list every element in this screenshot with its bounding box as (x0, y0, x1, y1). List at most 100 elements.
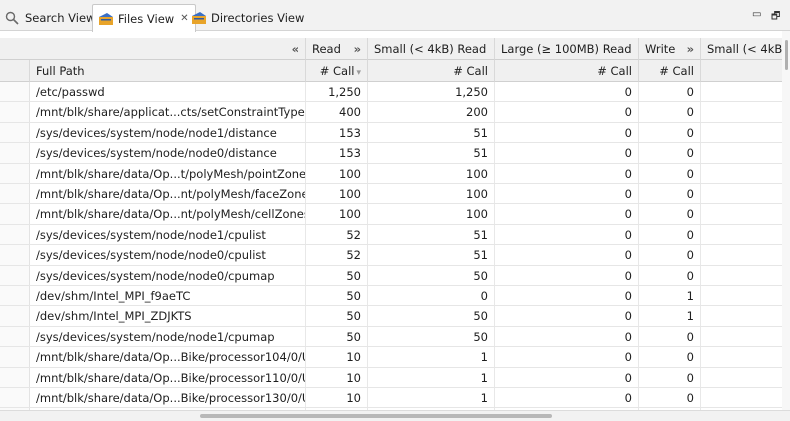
cell-full-path: /sys/devices/system/node/node1/cpulist (30, 224, 306, 246)
cell-read-calls: 50 (306, 265, 368, 286)
tab-search-view[interactable]: Search View (0, 4, 101, 31)
cell-read-calls: 10 (306, 347, 368, 368)
cell-write-calls: 0 (639, 265, 701, 286)
cell-full-path: /etc/passwd (30, 82, 306, 103)
cell-small-read-calls: 100 (368, 204, 495, 225)
cell-write-calls: 0 (639, 143, 701, 164)
cell-small-read-calls: 51 (368, 245, 495, 266)
cell-read-calls: 100 (306, 163, 368, 184)
tab-label: Directories View (211, 10, 305, 25)
minimize-icon[interactable]: ▭ (752, 9, 761, 20)
row-header[interactable] (0, 143, 30, 164)
column-group-write[interactable]: Write » (639, 38, 701, 60)
group-label: Read (312, 42, 341, 56)
row-header[interactable] (0, 286, 30, 307)
tab-files-view[interactable]: Files View ✕ (92, 4, 196, 32)
row-header[interactable] (0, 367, 30, 388)
cell-write-calls: 0 (639, 204, 701, 225)
cell-read-calls: 10 (306, 388, 368, 409)
header-label: Full Path (36, 64, 85, 78)
row-header[interactable] (0, 326, 30, 348)
cell-full-path: /mnt/blk/share/data/Op...nt/polyMesh/cel… (30, 204, 306, 225)
cell-read-calls: 52 (306, 245, 368, 266)
cell-full-path: /dev/shm/Intel_MPI_f9aeTC (30, 286, 306, 307)
cell-large-read-calls: 0 (495, 143, 639, 164)
cell-large-read-calls: 0 (495, 367, 639, 388)
row-header[interactable] (0, 82, 30, 103)
cell-small-read-calls: 1,250 (368, 82, 495, 103)
sort-descending-icon: ▾ (356, 68, 361, 78)
cell-full-path: /mnt/blk/share/applicat...cts/setConstra… (30, 102, 306, 123)
cell-write-calls: 0 (639, 184, 701, 205)
tab-directories-view[interactable]: Directories View (186, 4, 310, 31)
cell-large-read-calls: 0 (495, 102, 639, 123)
column-header-small-read-calls[interactable]: # Call (368, 60, 495, 82)
column-header-full-path[interactable]: Full Path (30, 60, 306, 82)
cell-large-read-calls: 0 (495, 306, 639, 327)
row-header[interactable] (0, 265, 30, 286)
column-group-large-read[interactable]: Large (≥ 100MB) Read» (495, 38, 639, 60)
row-header[interactable] (0, 122, 30, 144)
row-header[interactable] (0, 388, 30, 409)
header-label: # Call (659, 64, 694, 78)
collapse-columns-button[interactable]: « (8, 38, 306, 60)
cell-read-calls: 400 (306, 102, 368, 123)
cell-write-calls: 1 (639, 286, 701, 307)
column-header-small-write[interactable] (701, 60, 790, 82)
row-header[interactable] (0, 184, 30, 205)
row-header[interactable] (0, 306, 30, 327)
row-header[interactable] (0, 204, 30, 225)
row-header[interactable] (0, 245, 30, 266)
column-group-read[interactable]: Read » (306, 38, 368, 60)
cell-read-calls: 52 (306, 224, 368, 246)
row-header-corner (0, 60, 30, 82)
column-group-small-read[interactable]: Small (< 4kB) Read» (368, 38, 495, 60)
row-header[interactable] (0, 163, 30, 184)
header-label: # Call (453, 64, 488, 78)
cell-read-calls: 50 (306, 306, 368, 327)
cell-write-calls: 1 (639, 306, 701, 327)
cell-small-read-calls: 50 (368, 306, 495, 327)
column-group-small-write[interactable]: Small (< 4kB) \ (701, 38, 790, 60)
cell-write-calls: 0 (639, 367, 701, 388)
cell-large-read-calls: 0 (495, 204, 639, 225)
cell-large-read-calls: 0 (495, 82, 639, 103)
cell-small-read-calls: 51 (368, 143, 495, 164)
cell-small-read-calls: 1 (368, 347, 495, 368)
row-header[interactable] (0, 224, 30, 246)
files-table: « Read » Small (< 4kB) Read» Large (≥ 100… (0, 31, 790, 421)
group-label: Write (645, 42, 676, 56)
horizontal-scrollbar[interactable] (0, 410, 790, 421)
column-header-read-calls[interactable]: # Call ▾ (306, 60, 368, 82)
vertical-scrollbar[interactable] (782, 31, 790, 410)
cell-read-calls: 50 (306, 326, 368, 348)
horizontal-scroll-thumb[interactable] (200, 414, 552, 418)
cell-small-read-calls: 100 (368, 184, 495, 205)
cell-small-read-calls: 100 (368, 163, 495, 184)
cell-small-read-calls: 200 (368, 102, 495, 123)
row-header[interactable] (0, 102, 30, 123)
cell-read-calls: 1,250 (306, 82, 368, 103)
cell-write-calls: 0 (639, 102, 701, 123)
cell-write-calls: 0 (639, 122, 701, 144)
cell-large-read-calls: 0 (495, 122, 639, 144)
expand-icon[interactable]: » (687, 38, 694, 59)
vertical-scroll-thumb[interactable] (785, 40, 788, 70)
header-label: # Call (597, 64, 632, 78)
cell-small-read-calls: 1 (368, 388, 495, 409)
cell-large-read-calls: 0 (495, 326, 639, 348)
restore-icon[interactable]: 🗗 (771, 9, 780, 26)
column-header-write-calls[interactable]: # Call (639, 60, 701, 82)
cell-full-path: /mnt/blk/share/data/Op...nt/polyMesh/fac… (30, 184, 306, 205)
view-tab-bar: Search View Files View ✕ Directories Vie… (0, 0, 790, 32)
cell-large-read-calls: 0 (495, 347, 639, 368)
directories-view-icon (191, 11, 207, 25)
cell-write-calls: 0 (639, 245, 701, 266)
row-header[interactable] (0, 347, 30, 368)
column-header-large-read-calls[interactable]: # Call (495, 60, 639, 82)
expand-icon[interactable]: » (354, 38, 361, 59)
cell-read-calls: 100 (306, 204, 368, 225)
cell-read-calls: 153 (306, 143, 368, 164)
cell-write-calls: 0 (639, 326, 701, 348)
cell-large-read-calls: 0 (495, 163, 639, 184)
